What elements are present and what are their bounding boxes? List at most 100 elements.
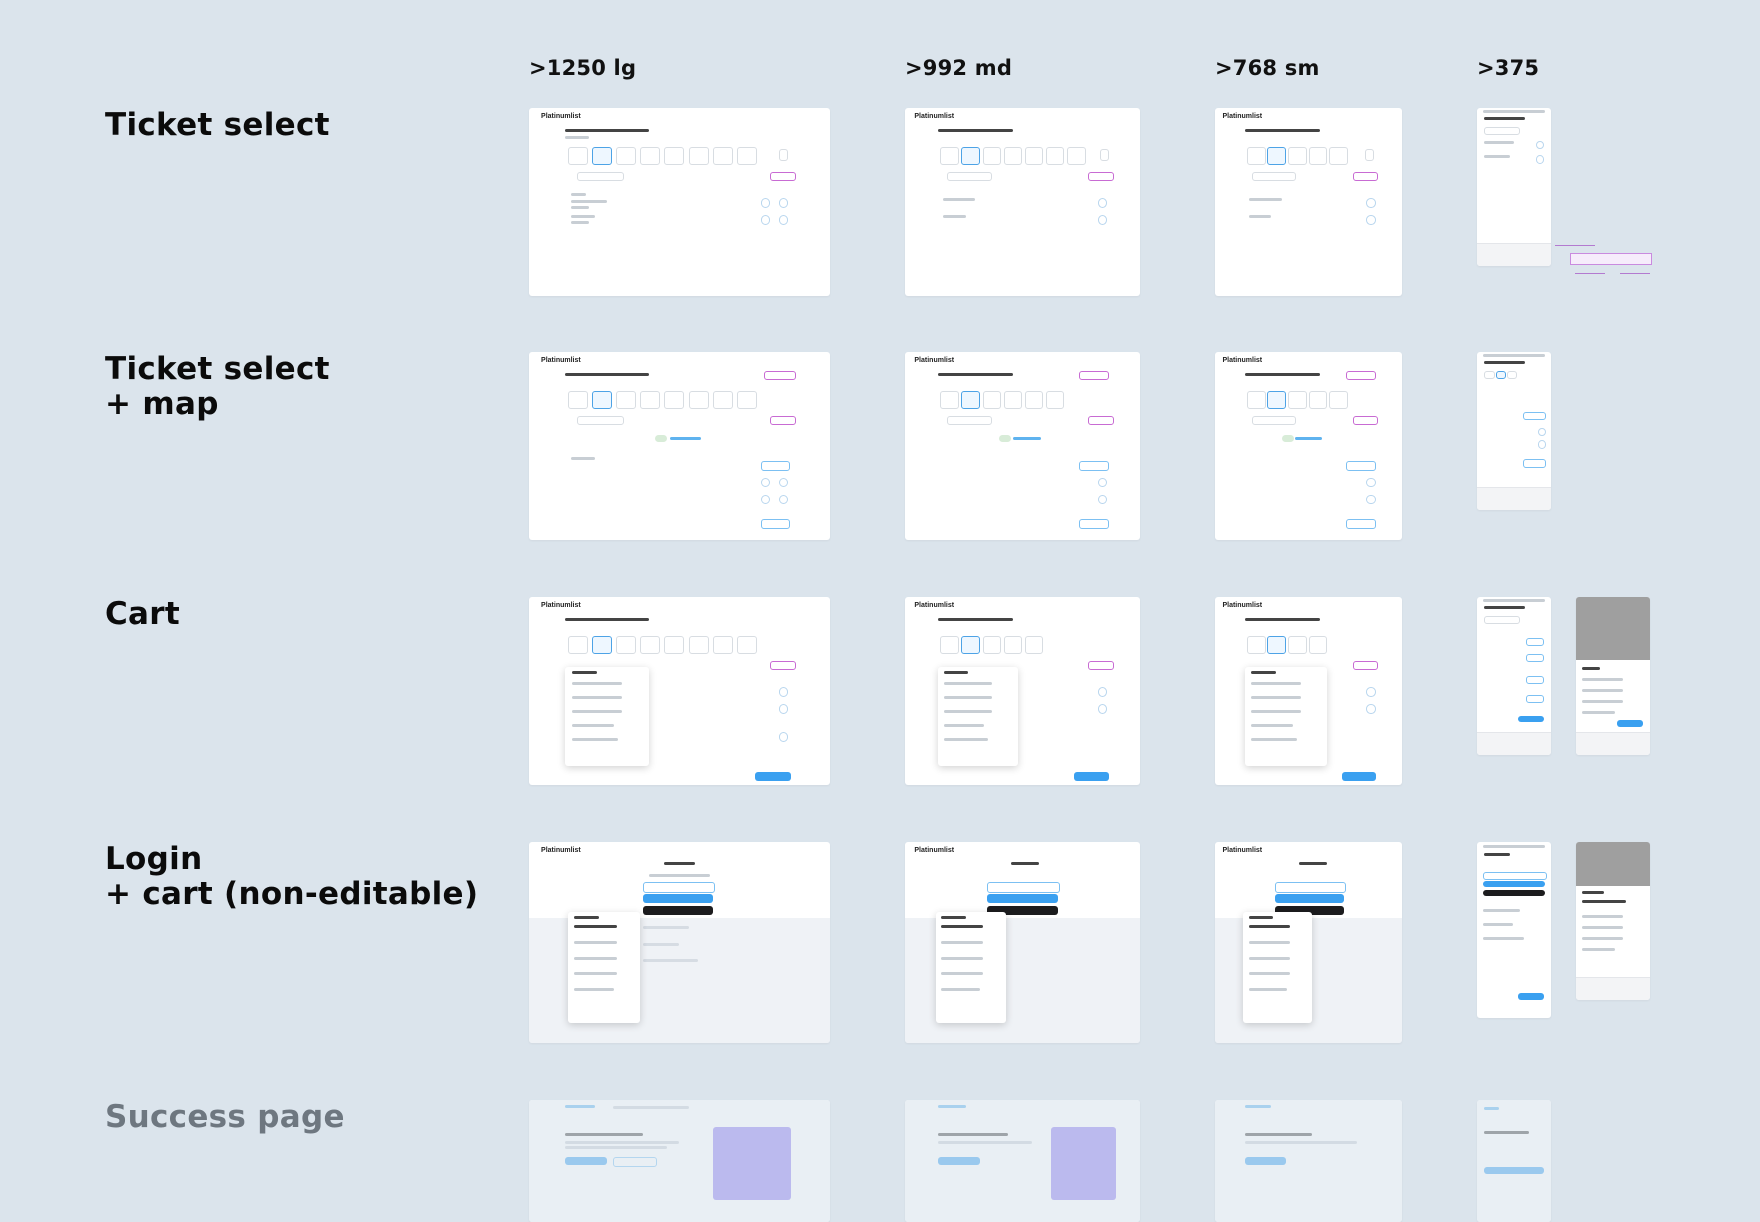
column-header-xs: >375 <box>1477 56 1540 80</box>
thumb-ticket-line <box>571 200 608 204</box>
thumb-order-details-title <box>1299 862 1328 866</box>
thumb-cart-item <box>944 710 993 714</box>
thumb-date-chip <box>1246 147 1266 165</box>
thumb-calendar-icon <box>1364 149 1375 161</box>
thumb-date-chip-selected <box>1267 636 1287 654</box>
thumb-facebook-login <box>1274 894 1345 904</box>
thumb-cart-panel <box>565 666 650 767</box>
thumb-cart-item <box>573 956 618 960</box>
thumb-ticket-select-xs[interactable] <box>1477 108 1551 266</box>
thumb-continue-button <box>1517 993 1544 1000</box>
thumb-success-xs[interactable] <box>1477 1100 1551 1222</box>
thumb-logo: Platinumlist <box>541 601 581 609</box>
thumb-facebook-login <box>1482 880 1546 887</box>
thumb-success-sm[interactable] <box>1215 1100 1402 1222</box>
thumb-cart-lg[interactable]: Platinumlist <box>529 597 830 785</box>
thumb-order-details-title <box>664 862 695 866</box>
thumb-ticket-line <box>1484 155 1511 159</box>
thumb-date-chip <box>712 636 733 654</box>
thumb-date-chip-selected <box>592 636 613 654</box>
thumb-apple-login <box>1482 889 1546 896</box>
thumb-cart-item <box>1251 724 1293 728</box>
thumb-cart-md[interactable]: Platinumlist <box>905 597 1140 785</box>
thumb-plus <box>1366 198 1376 208</box>
thumb-plus <box>778 732 789 742</box>
thumb-cart-item <box>1581 925 1623 929</box>
thumb-date-chip <box>664 636 685 654</box>
thumb-facebook-login <box>987 894 1058 904</box>
thumb-select-button <box>1525 638 1545 647</box>
thumb-fade <box>1477 1100 1551 1222</box>
thumb-ticket-select-lg[interactable]: Platinumlist <box>529 108 830 296</box>
thumb-plus <box>1366 494 1376 505</box>
thumb-select-map-button <box>1078 519 1110 529</box>
thumb-date-chip <box>640 636 661 654</box>
row-title-line: Ticket select <box>105 107 330 143</box>
thumb-plus <box>778 687 789 697</box>
thumb-ticket-map-xs[interactable] <box>1477 352 1551 510</box>
thumb-date-chip <box>688 147 709 165</box>
thumb-cart-item <box>944 682 993 686</box>
thumb-cart-sm[interactable]: Platinumlist <box>1215 597 1402 785</box>
thumb-date-chip-selected <box>1267 147 1287 165</box>
thumb-ticket-map-md[interactable]: Platinumlist <box>905 352 1140 540</box>
thumb-cart-panel <box>1244 666 1328 767</box>
thumb-cart-item <box>1251 710 1301 714</box>
thumb-select-map-button <box>1522 459 1546 468</box>
thumb-date-chip <box>712 391 733 409</box>
thumb-cart-item <box>1581 699 1623 703</box>
thumb-plus <box>1097 494 1107 505</box>
thumb-time-select <box>947 171 992 182</box>
thumb-login-xs-sheet[interactable] <box>1576 842 1650 1000</box>
row-title-line: Success page <box>105 1099 345 1135</box>
thumb-ticket-price <box>571 205 590 209</box>
row-title-line: Ticket select <box>105 351 330 387</box>
thumb-time-select <box>577 171 625 182</box>
thumb-ticket-map-sm[interactable]: Platinumlist <box>1215 352 1402 540</box>
thumb-summary-heading <box>1581 890 1605 894</box>
thumb-cart-item <box>1581 677 1623 681</box>
thumb-cart-xs[interactable] <box>1477 597 1551 755</box>
thumb-date-chip <box>940 636 959 654</box>
thumb-date-chip <box>1003 391 1023 409</box>
thumb-promo-button <box>1353 660 1378 671</box>
thumb-cart-xs-sheet[interactable] <box>1576 597 1650 755</box>
thumb-cart-heading <box>1251 670 1277 674</box>
thumb-facebook-login <box>643 894 713 904</box>
thumb-select-map-button <box>760 461 790 471</box>
thumb-cart-item <box>571 696 623 700</box>
thumb-success-md[interactable] <box>905 1100 1140 1222</box>
thumb-event-title <box>937 128 1014 132</box>
thumb-event-name <box>1248 924 1291 928</box>
thumb-event-name <box>573 924 618 928</box>
thumb-form-line <box>1482 908 1520 912</box>
thumb-date-chip <box>568 391 589 409</box>
thumb-google-login <box>1274 882 1347 894</box>
thumb-minus <box>760 215 771 225</box>
thumb-ticket-select-sm[interactable]: Platinumlist <box>1215 108 1402 296</box>
thumb-cart-item <box>944 696 993 700</box>
thumb-login-xs[interactable] <box>1477 842 1551 1018</box>
thumb-cart-item <box>1251 696 1301 700</box>
thumb-fade <box>1215 1100 1402 1222</box>
thumb-cart-heading <box>944 670 969 674</box>
thumb-ticket-map-lg[interactable]: Platinumlist <box>529 352 830 540</box>
thumb-ticket-select-md[interactable]: Platinumlist <box>905 108 1140 296</box>
thumb-login-md[interactable]: Platinumlist <box>905 842 1140 1043</box>
thumb-event-title <box>1244 372 1320 376</box>
thumb-checkout-button <box>1074 771 1110 782</box>
thumb-promo-button <box>1088 171 1114 182</box>
thumb-plus <box>1536 141 1545 150</box>
thumb-map-link <box>670 436 701 440</box>
thumb-success-lg[interactable] <box>529 1100 830 1222</box>
thumb-event-title <box>1244 617 1320 621</box>
thumb-plus <box>778 704 789 714</box>
thumb-google-login <box>1482 871 1548 881</box>
thumb-login-lg[interactable]: Platinumlist <box>529 842 830 1043</box>
thumb-plus <box>1097 687 1107 697</box>
thumb-ticket-line <box>942 215 967 219</box>
thumb-promo-button <box>1345 370 1376 381</box>
thumb-date-chip-selected <box>961 391 980 409</box>
thumb-login-sm[interactable]: Platinumlist <box>1215 842 1402 1043</box>
thumb-date-chip <box>688 391 709 409</box>
